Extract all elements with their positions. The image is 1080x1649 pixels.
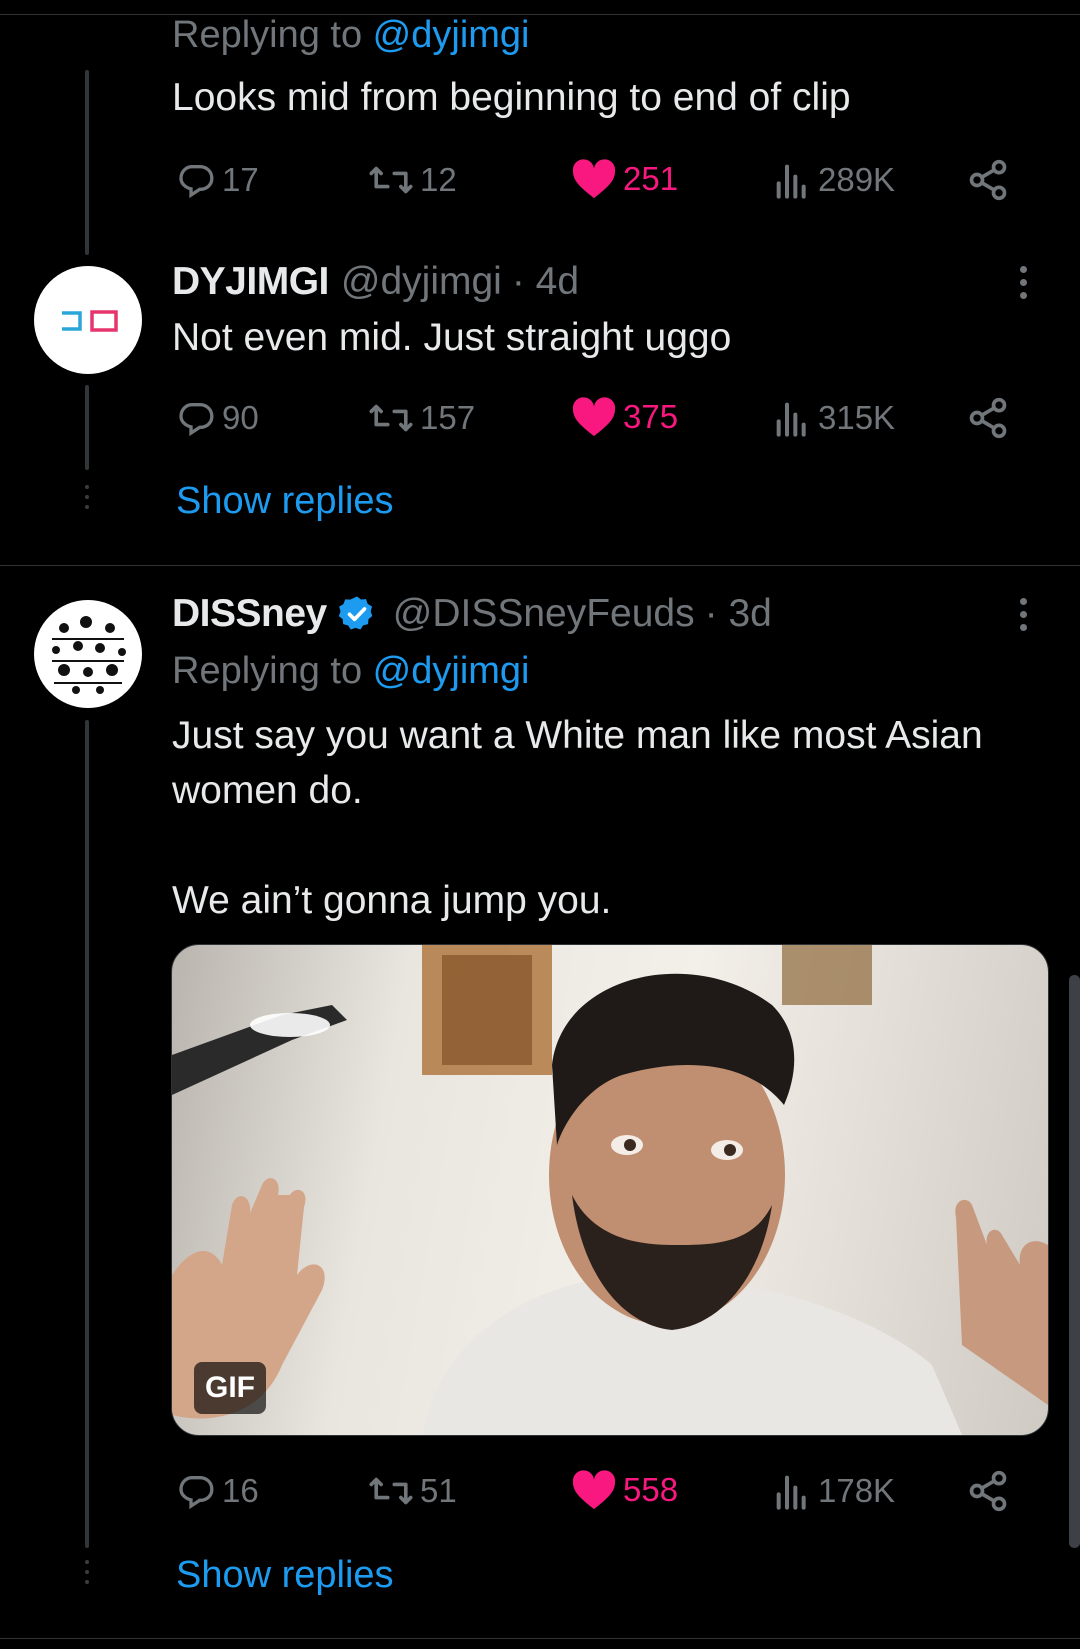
like-button[interactable]: 558 (571, 1469, 678, 1511)
share-button[interactable] (966, 396, 1016, 440)
views-count: 178K (818, 1472, 896, 1509)
retweet-count: 12 (420, 161, 457, 198)
thread-dots (85, 485, 89, 515)
avatar-dissney[interactable] (34, 600, 142, 708)
reply-icon (179, 403, 214, 437)
share-button[interactable] (966, 158, 1016, 202)
like-count: 375 (623, 398, 679, 435)
gif-media[interactable]: GIF (171, 944, 1049, 1436)
reply-button[interactable]: 16 (176, 1471, 259, 1511)
share-icon (969, 159, 1007, 201)
reply-count: 90 (222, 399, 259, 436)
thread-dots (85, 1560, 89, 1590)
show-replies-link[interactable]: Show replies (176, 480, 394, 523)
tweet-text-line-1: Just say you want a White man like most … (172, 714, 983, 757)
views-button[interactable]: 289K (772, 160, 895, 200)
reply-count: 16 (222, 1472, 259, 1509)
tweet-text-line-3: We ain’t gonna jump you. (172, 879, 612, 922)
retweet-button[interactable]: 51 (368, 1471, 457, 1511)
avatar-dyjimgi[interactable] (34, 266, 142, 374)
views-count: 315K (818, 399, 896, 436)
like-button[interactable]: 251 (571, 158, 678, 200)
reply-button[interactable]: 90 (176, 398, 259, 438)
like-count: 251 (623, 160, 679, 197)
retweet-button[interactable]: 12 (368, 160, 457, 200)
thread-line (85, 720, 89, 1548)
replying-to-prefix: Replying to (172, 650, 373, 692)
share-icon (969, 397, 1007, 439)
heart-icon (572, 397, 616, 437)
tweet-text: Not even mid. Just straight uggo (172, 316, 732, 359)
retweet-icon (369, 404, 413, 432)
author-name[interactable]: DISSney (172, 592, 327, 636)
gif-scene-image (172, 945, 1048, 1435)
retweet-count: 51 (420, 1472, 457, 1509)
author-row: DISSney @DISSneyFeuds · 3d (172, 592, 772, 636)
replying-to-handle[interactable]: @dyjimgi (373, 650, 530, 692)
avatar-red-emblem[interactable] (36, 0, 136, 10)
replying-to: Replying to @dyjimgi (172, 650, 530, 693)
top-divider (0, 14, 1080, 15)
replying-to: Replying to @dyjimgi (172, 14, 530, 57)
views-icon (776, 402, 806, 437)
thread-divider (0, 565, 1080, 566)
thread-line (85, 385, 89, 470)
like-count: 558 (623, 1471, 679, 1508)
author-handle[interactable]: @dyjimgi (341, 260, 502, 304)
thread-line (85, 70, 89, 255)
more-options-button[interactable] (1020, 598, 1028, 637)
gif-badge: GIF (194, 1362, 266, 1414)
retweet-icon (369, 1477, 413, 1505)
timestamp[interactable]: · 4d (512, 260, 579, 304)
reply-icon (179, 1476, 214, 1510)
tweet-text: Looks mid from beginning to end of clip (172, 76, 851, 119)
views-icon (776, 1475, 806, 1510)
views-button[interactable]: 315K (772, 398, 895, 438)
bottom-divider (0, 1638, 1080, 1639)
share-button[interactable] (966, 1469, 1016, 1513)
share-icon (969, 1470, 1007, 1512)
retweet-count: 157 (420, 399, 476, 436)
like-button[interactable]: 375 (571, 396, 678, 438)
heart-icon (572, 1470, 616, 1510)
verified-badge-icon (338, 596, 373, 630)
reply-icon (179, 165, 214, 199)
reply-count: 17 (222, 161, 259, 198)
views-button[interactable]: 178K (772, 1471, 895, 1511)
retweet-button[interactable]: 157 (368, 398, 475, 438)
more-options-button[interactable] (1020, 266, 1028, 305)
replying-to-prefix: Replying to (172, 14, 373, 56)
show-replies-link[interactable]: Show replies (176, 1554, 394, 1597)
views-count: 289K (818, 161, 896, 198)
author-name[interactable]: DYJIMGI (172, 260, 329, 304)
heart-icon (572, 159, 616, 199)
scrollbar[interactable] (1069, 975, 1080, 1548)
author-handle[interactable]: @DISSneyFeuds (393, 592, 695, 636)
reply-button[interactable]: 17 (176, 160, 259, 200)
tweet-text-line-2: women do. (172, 769, 363, 812)
author-row: DYJIMGI @dyjimgi · 4d (172, 260, 579, 304)
timestamp[interactable]: · 3d (705, 592, 772, 636)
replying-to-handle[interactable]: @dyjimgi (373, 14, 530, 56)
retweet-icon (369, 166, 413, 194)
views-icon (776, 164, 806, 199)
